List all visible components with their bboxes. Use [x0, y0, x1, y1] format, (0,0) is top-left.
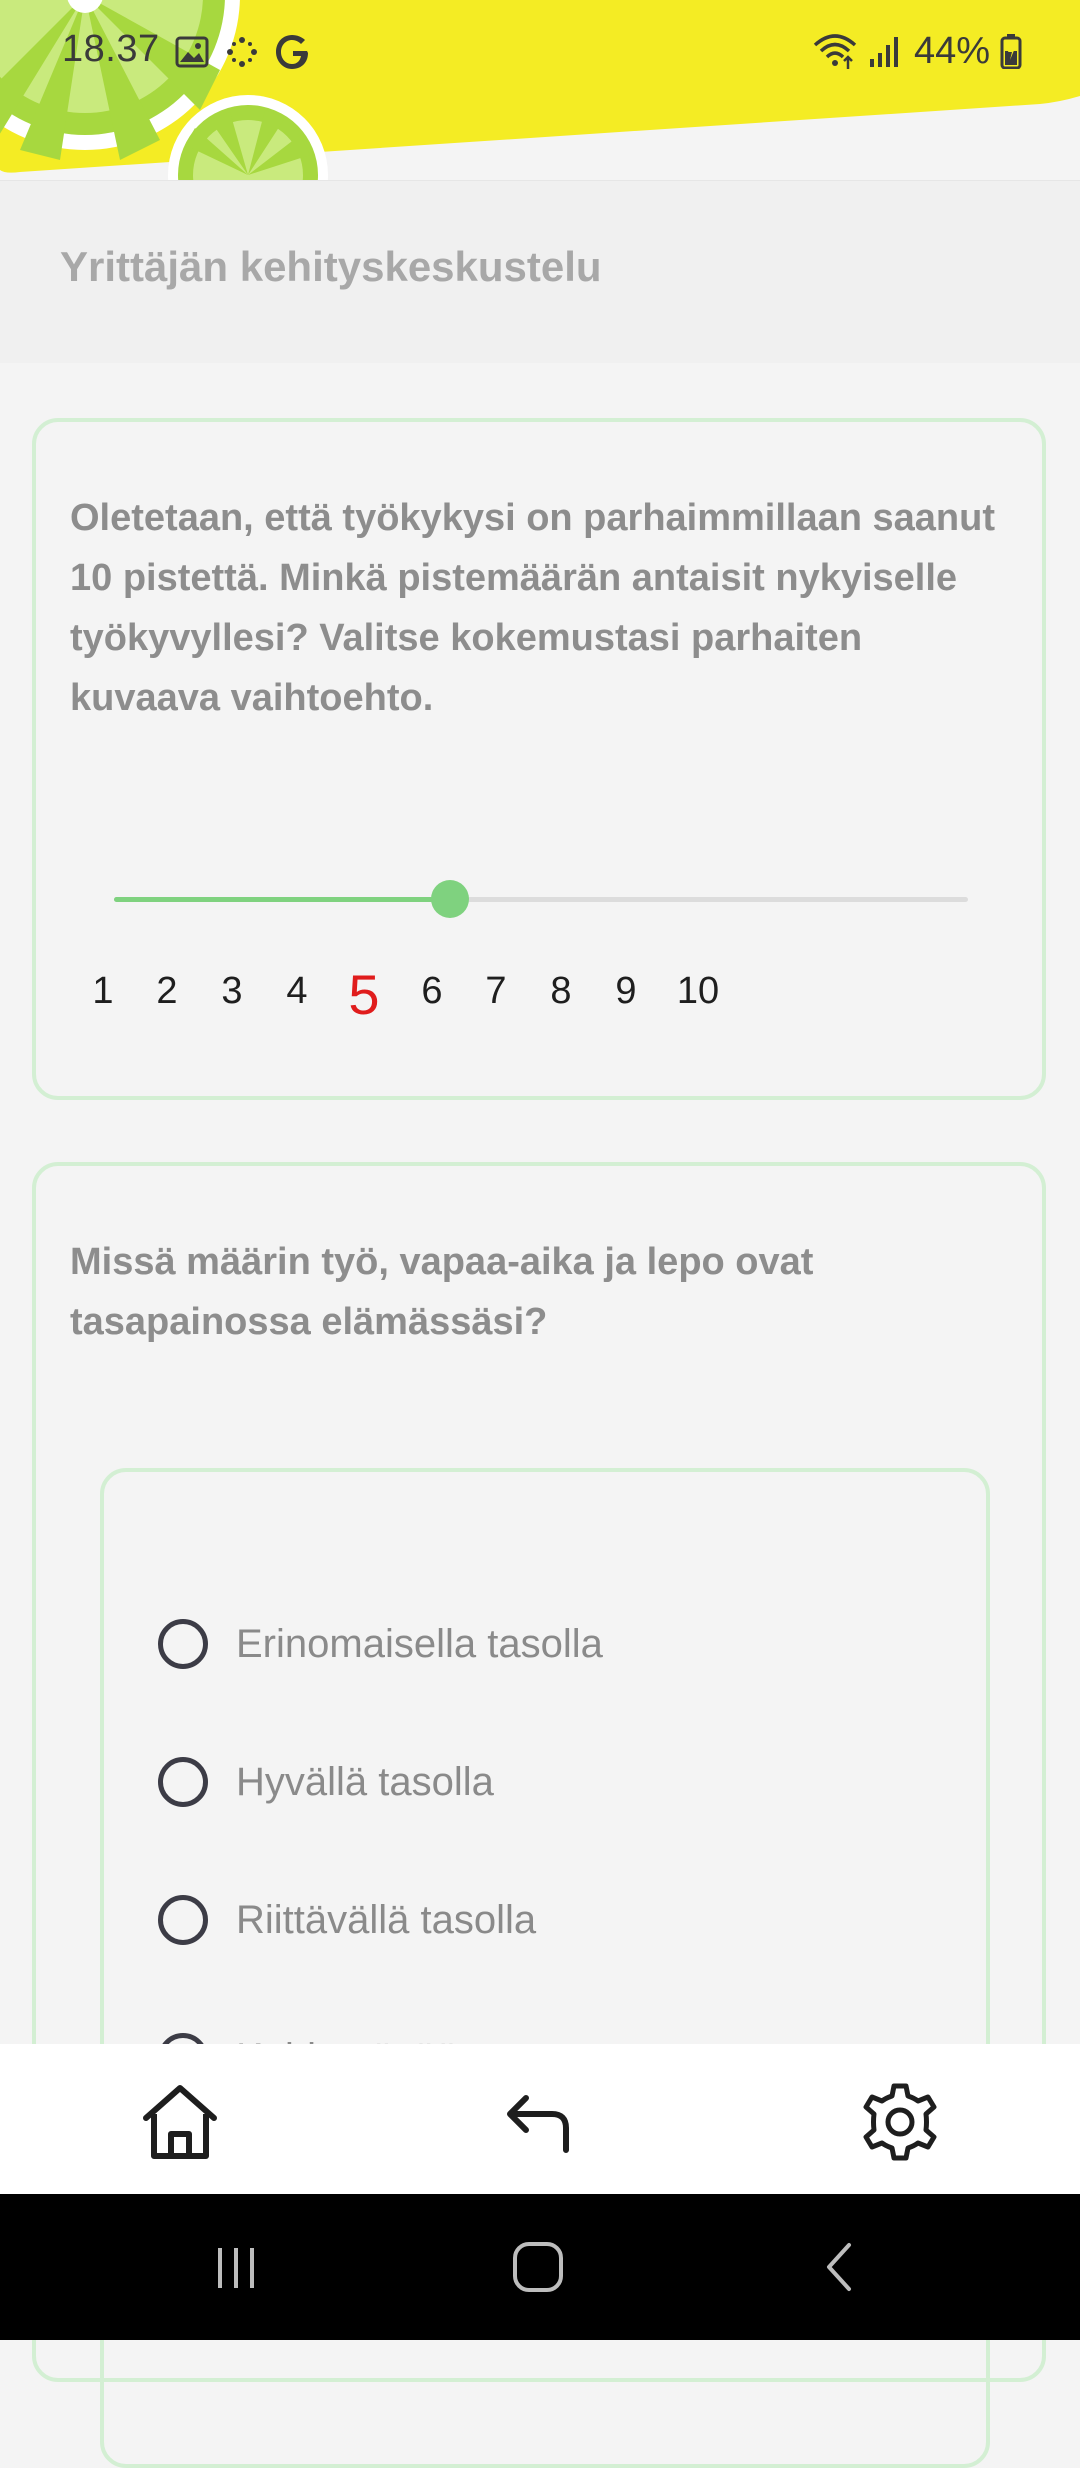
image-icon — [175, 36, 209, 68]
scale-label-8[interactable]: 8 — [550, 970, 571, 1013]
status-left-icons — [174, 30, 312, 74]
scale-label-7[interactable]: 7 — [485, 970, 506, 1013]
system-home-button[interactable] — [498, 2232, 578, 2302]
wifi-icon — [813, 34, 857, 69]
back-chevron-icon — [827, 2243, 851, 2291]
bottom-nav — [0, 2044, 1080, 2194]
scale-label-2[interactable]: 2 — [156, 970, 177, 1013]
radio-button[interactable] — [158, 1619, 208, 1669]
scale-label-3[interactable]: 3 — [221, 970, 242, 1013]
radio-button[interactable] — [158, 1895, 208, 1945]
radio-option-label: Hyvällä tasolla — [236, 1759, 494, 1804]
status-bar: 18.37 44% — [0, 0, 1080, 110]
radio-button[interactable] — [158, 1757, 208, 1807]
radio-option-label: Erinomaisella tasolla — [236, 1621, 603, 1666]
work-ability-slider[interactable] — [114, 880, 968, 918]
scale-label-9[interactable]: 9 — [615, 970, 636, 1013]
scale-label-6[interactable]: 6 — [421, 970, 442, 1013]
page-title: Yrittäjän kehityskeskustelu — [60, 243, 602, 290]
scale-label-4[interactable]: 4 — [286, 970, 307, 1013]
status-time: 18.37 — [62, 28, 160, 70]
system-back-button[interactable] — [800, 2232, 880, 2302]
dots-icon — [227, 37, 257, 67]
radio-option-1[interactable]: Erinomaisella tasolla — [158, 1612, 603, 1676]
radio-option-2[interactable]: Hyvällä tasolla — [158, 1750, 494, 1814]
home-icon — [143, 2085, 217, 2159]
battery-icon — [1000, 34, 1022, 69]
slider-fill — [114, 897, 450, 902]
home-button[interactable] — [130, 2072, 230, 2172]
scale-label-5[interactable]: 5 — [348, 962, 379, 1027]
slider-thumb[interactable] — [431, 880, 469, 918]
scale-label-10[interactable]: 10 — [677, 970, 719, 1013]
back-arrow-icon — [507, 2095, 569, 2153]
back-button[interactable] — [490, 2072, 590, 2172]
recents-icon — [218, 2248, 254, 2288]
scale-label-1[interactable]: 1 — [92, 970, 113, 1013]
settings-button[interactable] — [850, 2072, 950, 2172]
title-bar: Yrittäjän kehityskeskustelu — [0, 180, 1080, 363]
radio-option-label: Riittävällä tasolla — [236, 1897, 537, 1942]
battery-percent: 44% — [913, 29, 990, 72]
question-card-1: Oletetaan, että työkykysi on parhaimmill… — [32, 418, 1046, 1100]
status-right-icons: 44% — [812, 28, 1022, 74]
question-2-text: Missä määrin työ, vapaa-aika ja lepo ova… — [70, 1241, 814, 1343]
radio-option-3[interactable]: Riittävällä tasolla — [158, 1888, 536, 1952]
settings-icon — [863, 2083, 937, 2161]
google-icon — [276, 35, 308, 69]
system-nav-bar — [0, 2194, 1080, 2340]
signal-icon — [869, 37, 898, 67]
home-circle-icon — [513, 2242, 563, 2292]
recents-button[interactable] — [196, 2232, 276, 2302]
question-1-text: Oletetaan, että työkykysi on parhaimmill… — [70, 497, 995, 719]
